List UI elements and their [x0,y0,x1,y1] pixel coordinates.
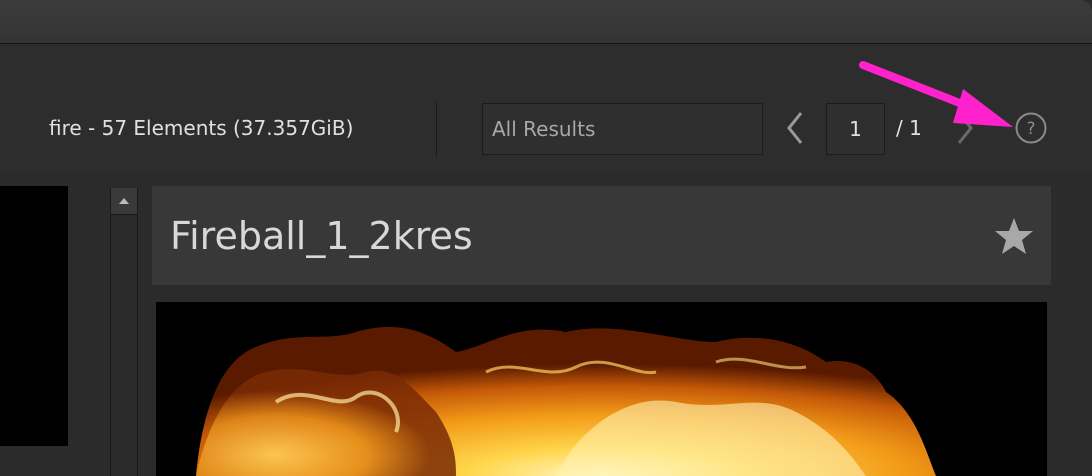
element-preview [156,302,1047,476]
svg-text:?: ? [1026,119,1035,139]
favorite-button[interactable] [994,216,1034,256]
results-summary: fire - 57 Elements (37.357GiB) [49,116,354,140]
element-detail-header: Fireball_1_2kres [152,186,1051,285]
chevron-left-icon [787,112,803,144]
annotation-arrow [859,61,1013,127]
scroll-up-button[interactable] [111,188,137,215]
results-filter-field[interactable]: All Results [482,103,763,155]
element-thumbnail[interactable] [0,186,68,446]
window-titlebar [0,0,1092,44]
element-title: Fireball_1_2kres [170,214,473,258]
list-scrollbar[interactable] [110,188,138,476]
star-icon [995,218,1033,254]
fireball-preview-image [196,326,936,476]
header-divider [436,102,437,156]
previous-page-button[interactable] [782,110,808,146]
triangle-up-icon [119,198,129,204]
